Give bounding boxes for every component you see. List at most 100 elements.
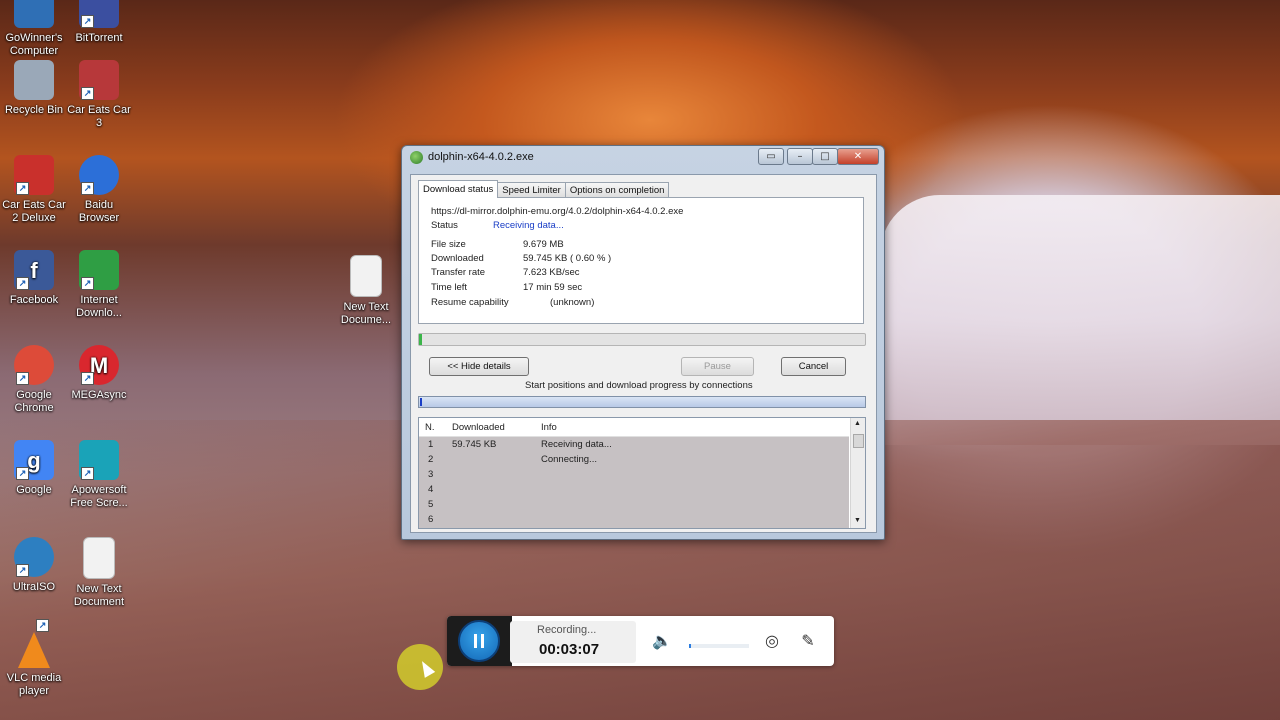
recorder-pause-button[interactable] bbox=[458, 620, 500, 662]
transfer-rate-value: 7.623 KB/sec bbox=[523, 267, 580, 278]
download-progress-fill bbox=[419, 334, 422, 345]
table-row[interactable]: 5 bbox=[419, 498, 849, 513]
pause-icon-bar bbox=[474, 634, 477, 648]
downloaded-label: Downloaded bbox=[431, 253, 484, 264]
column-header-downloaded[interactable]: Downloaded bbox=[452, 422, 505, 433]
car-eats-car-2-icon: ↗ bbox=[14, 155, 54, 195]
connection-start-marker bbox=[420, 398, 422, 406]
cell-n: 5 bbox=[428, 499, 434, 510]
resume-capability-value: (unknown) bbox=[550, 297, 595, 308]
desktop-icon[interactable]: ↗ Car Eats Car 3 bbox=[65, 60, 133, 130]
shortcut-arrow-icon: ↗ bbox=[81, 87, 94, 100]
desktop-icon[interactable]: New Text Docume... bbox=[332, 255, 400, 327]
download-progress-bar bbox=[418, 333, 866, 346]
column-header-n[interactable]: N. bbox=[425, 422, 435, 433]
cell-info: Receiving data... bbox=[541, 439, 612, 450]
downloaded-value: 59.745 KB ( 0.60 % ) bbox=[523, 253, 612, 264]
time-left-label: Time left bbox=[431, 282, 468, 293]
minimize-button[interactable]: – bbox=[787, 148, 813, 165]
shortcut-arrow-icon: ↗ bbox=[36, 619, 49, 632]
tab-speed-limiter[interactable]: Speed Limiter bbox=[497, 182, 566, 198]
cancel-button[interactable]: Cancel bbox=[781, 357, 846, 376]
desktop-icon[interactable]: ↗ Car Eats Car 2 Deluxe bbox=[0, 155, 68, 225]
shortcut-arrow-icon: ↗ bbox=[16, 467, 29, 480]
text-document-icon bbox=[83, 537, 115, 579]
wallpaper-sky bbox=[880, 195, 1280, 445]
pause-button[interactable]: Pause bbox=[681, 357, 754, 376]
hide-details-button[interactable]: << Hide details bbox=[429, 357, 529, 376]
shortcut-arrow-icon: ↗ bbox=[81, 372, 94, 385]
cell-info: Connecting... bbox=[541, 454, 597, 465]
tab-options-on-completion[interactable]: Options on completion bbox=[564, 182, 670, 198]
audio-mute-icon[interactable]: 🔈 bbox=[651, 630, 673, 652]
idm-window-icon bbox=[410, 151, 423, 164]
table-row[interactable]: 4 bbox=[419, 483, 849, 498]
desktop-icon[interactable]: ↗ Apowersoft Free Scre... bbox=[65, 440, 133, 510]
desktop-icon[interactable]: ↗ Baidu Browser bbox=[65, 155, 133, 225]
connections-list: N. Downloaded Info 1 59.745 KB Receiving d… bbox=[418, 417, 866, 529]
desktop-icon[interactable]: M ↗ MEGAsync bbox=[65, 345, 133, 402]
car-eats-car-3-icon: ↗ bbox=[79, 60, 119, 100]
cell-n: 3 bbox=[428, 469, 434, 480]
desktop-icon-label: MEGAsync bbox=[71, 389, 127, 401]
desktop-icon-label: Recycle Bin bbox=[4, 104, 64, 116]
scroll-up-icon[interactable]: ▲ bbox=[854, 420, 861, 427]
download-progress-window: dolphin-x64-4.0.2.exe ▭ – □ ✕ Download s… bbox=[401, 145, 885, 540]
desktop-icon[interactable]: g ↗ Google bbox=[0, 440, 68, 497]
desktop-icon[interactable]: Recycle Bin bbox=[0, 60, 68, 117]
status-value: Receiving data... bbox=[493, 220, 564, 231]
desktop-icon[interactable]: ↗ Google Chrome bbox=[0, 345, 68, 415]
table-row[interactable]: 1 59.745 KB Receiving data... bbox=[419, 438, 849, 453]
desktop-icon[interactable]: ↗ UltraISO bbox=[0, 537, 68, 594]
desktop-icon-label: UltraISO bbox=[12, 581, 56, 593]
title-bar[interactable]: dolphin-x64-4.0.2.exe ▭ – □ ✕ bbox=[402, 146, 884, 170]
resume-capability-label: Resume capability bbox=[431, 297, 509, 308]
table-row[interactable]: 2 Connecting... bbox=[419, 453, 849, 468]
table-row[interactable]: 6 bbox=[419, 513, 849, 528]
shortcut-arrow-icon: ↗ bbox=[16, 182, 29, 195]
desktop-icon-label: Google Chrome bbox=[14, 389, 54, 414]
desktop-icon[interactable]: ↗ BitTorrent bbox=[65, 0, 133, 45]
time-left-value: 17 min 59 sec bbox=[523, 282, 583, 293]
pen-annotate-icon[interactable]: ✎ bbox=[797, 630, 819, 652]
webcam-icon[interactable]: ◎ bbox=[761, 630, 783, 652]
desktop-icon[interactable]: New Text Document bbox=[65, 537, 133, 609]
vlc-icon: ↗ bbox=[18, 619, 50, 668]
tab-download-status[interactable]: Download status bbox=[418, 180, 499, 198]
list-body: 1 59.745 KB Receiving data... 2 Connecting..… bbox=[419, 437, 849, 528]
shortcut-arrow-icon: ↗ bbox=[81, 15, 94, 28]
desktop-icon[interactable]: f ↗ Facebook bbox=[0, 250, 68, 307]
close-button[interactable]: ✕ bbox=[837, 148, 879, 165]
desktop-icon-label: BitTorrent bbox=[75, 32, 123, 44]
cell-downloaded: 59.745 KB bbox=[452, 439, 497, 450]
ultraiso-icon: ↗ bbox=[14, 537, 54, 577]
desktop-icon-label: Facebook bbox=[9, 294, 59, 306]
shortcut-arrow-icon: ↗ bbox=[81, 277, 94, 290]
extra-window-button[interactable]: ▭ bbox=[758, 148, 784, 165]
desktop-icon-label: Car Eats Car 3 bbox=[67, 104, 131, 129]
window-client-area: Download status Speed Limiter Options on… bbox=[410, 174, 877, 533]
desktop-icon-label: Car Eats Car 2 Deluxe bbox=[2, 199, 66, 224]
mega-icon: M ↗ bbox=[79, 345, 119, 385]
volume-slider[interactable] bbox=[689, 644, 749, 648]
desktop-icon-label: Google bbox=[16, 484, 52, 496]
baidu-browser-icon: ↗ bbox=[79, 155, 119, 195]
recording-status: Recording... bbox=[537, 624, 597, 636]
shortcut-arrow-icon: ↗ bbox=[16, 564, 29, 577]
cell-n: 2 bbox=[428, 454, 434, 465]
scroll-down-icon[interactable]: ▼ bbox=[854, 517, 861, 524]
maximize-button[interactable]: □ bbox=[812, 148, 838, 165]
column-header-info[interactable]: Info bbox=[541, 422, 557, 433]
cell-n: 1 bbox=[428, 439, 434, 450]
scroll-thumb[interactable] bbox=[853, 434, 864, 448]
table-row[interactable]: 3 bbox=[419, 468, 849, 483]
desktop-icon[interactable]: ↗ VLC media player bbox=[0, 619, 68, 698]
desktop-icon[interactable]: ↗ Internet Downlo... bbox=[65, 250, 133, 320]
google-icon: g ↗ bbox=[14, 440, 54, 480]
bittorrent-icon: ↗ bbox=[79, 0, 119, 28]
desktop-icon-label: Internet Downlo... bbox=[76, 294, 122, 319]
desktop-icon[interactable]: GoWinner's Computer bbox=[0, 0, 68, 58]
tab-strip: Download status Speed Limiter Options on… bbox=[418, 180, 670, 198]
transfer-rate-label: Transfer rate bbox=[431, 267, 486, 278]
list-scrollbar[interactable]: ▲ ▼ bbox=[850, 418, 865, 528]
